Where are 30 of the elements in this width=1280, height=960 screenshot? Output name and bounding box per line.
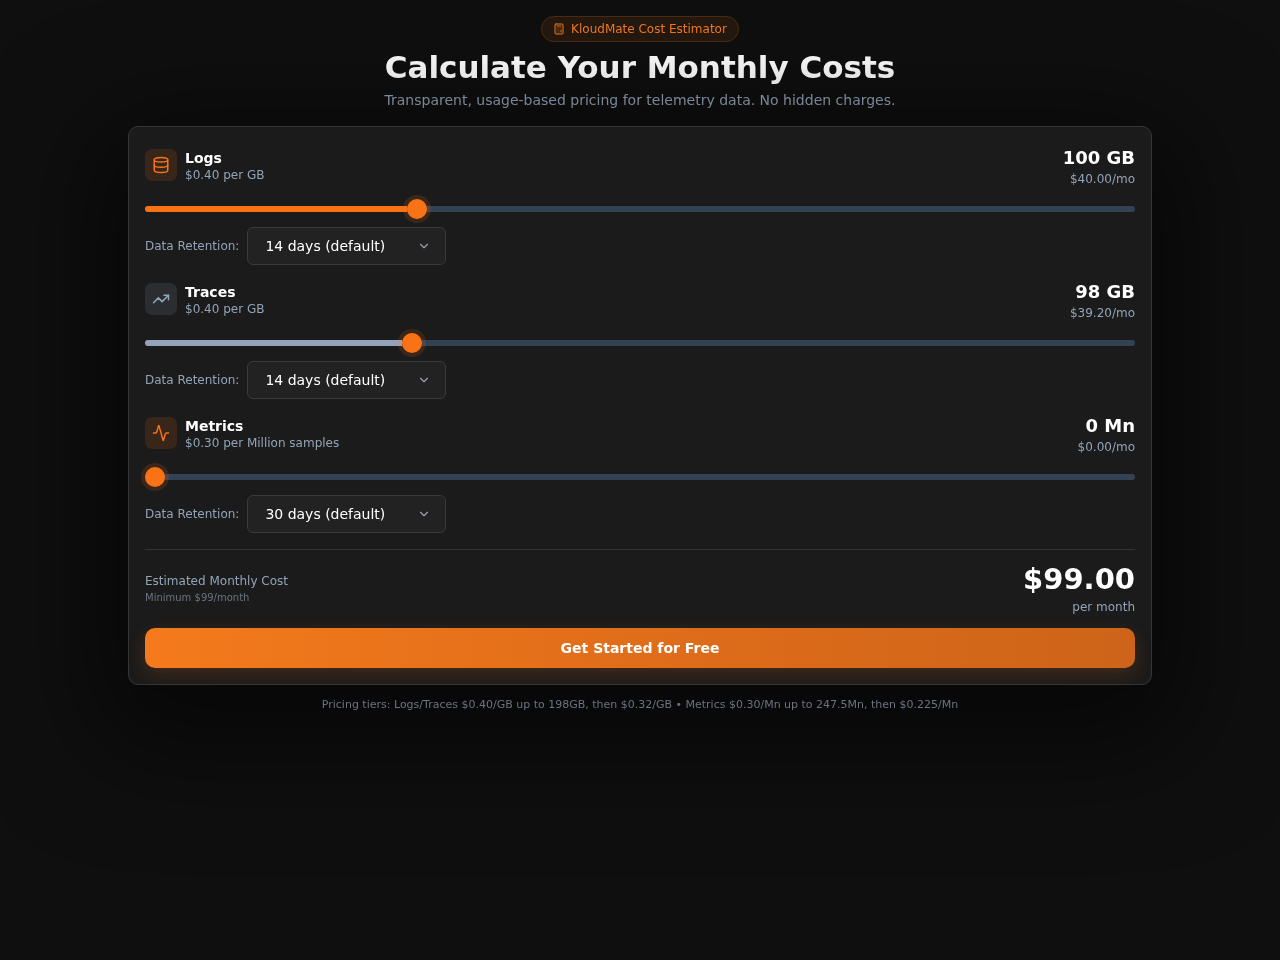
source-amount: 98 GB (1075, 283, 1135, 301)
source-rate: $0.40 per GB (185, 167, 265, 183)
page-title: Calculate Your Monthly Costs (384, 48, 896, 87)
source-cost: $40.00/mo (1069, 171, 1135, 187)
retention-label: Data Retention: (145, 507, 240, 521)
source-amount: 100 GB (1062, 149, 1135, 167)
source-rate: $0.40 per GB (185, 301, 265, 317)
retention-select[interactable]: 30 days (default) (247, 495, 447, 533)
retention-select[interactable]: 14 days (default) (247, 227, 447, 265)
pricing-tiers-note: Pricing tiers: Logs/Traces $0.40/GB up to 198GB, then $0.32/GB • Metrics $0.30/Mn up to 247.5Mn, then $0.225/Mn (321, 698, 959, 712)
source-name: Traces (185, 283, 237, 301)
minimum-note: Minimum $99/month (145, 591, 251, 605)
source-cost: $39.20/mo (1069, 305, 1135, 321)
page-subtitle: Transparent, usage-based pricing for telemetry data. No hidden charges. (384, 91, 896, 110)
retention-label: Data Retention: (145, 239, 240, 253)
source-amount: 0 Mn (1085, 417, 1135, 435)
slider-thumb[interactable] (406, 199, 427, 219)
slider-thumb[interactable] (145, 467, 165, 487)
badge-label: KloudMate Cost Estimator (571, 22, 727, 36)
calculator-icon (553, 23, 566, 35)
summary-label: Estimated Monthly Cost (145, 573, 288, 589)
source-cost: $0.00/mo (1077, 439, 1135, 455)
retention-label: Data Retention: (145, 373, 240, 387)
total-period: per month (1072, 599, 1135, 615)
source-name: Metrics (185, 417, 245, 435)
source-rate: $0.30 per Million samples (185, 435, 340, 451)
slider-thumb[interactable] (402, 333, 423, 353)
total-cost: $99.00 (1023, 563, 1135, 595)
source-name: Logs (185, 149, 223, 167)
retention-select[interactable]: 14 days (default) (247, 361, 447, 399)
